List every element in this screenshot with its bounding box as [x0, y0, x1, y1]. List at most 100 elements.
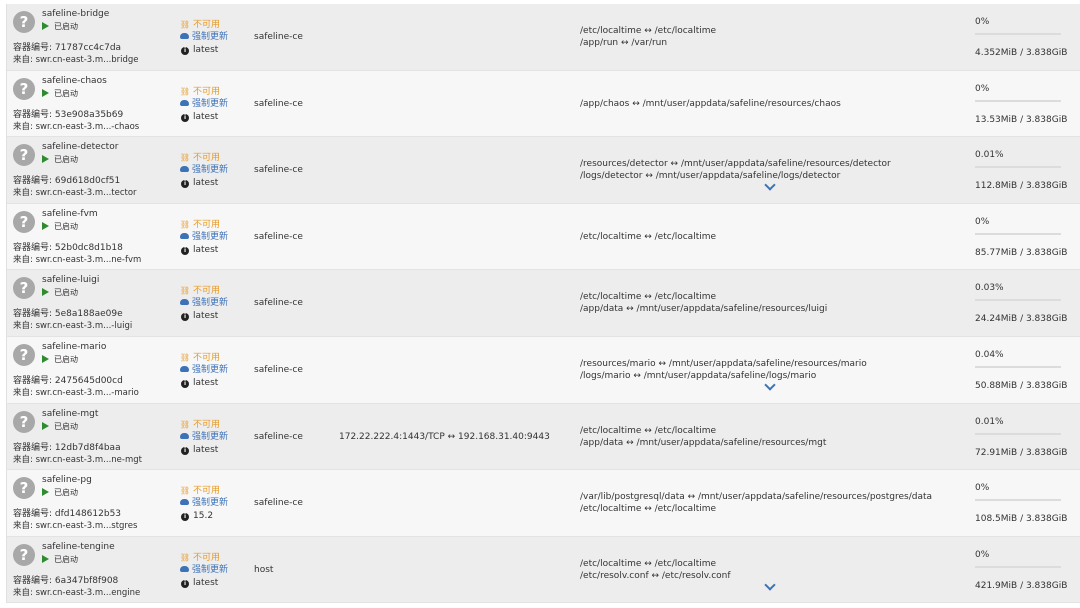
play-icon — [42, 221, 49, 230]
container-source: 来自: swr.cn-east-3.m...-luigi — [13, 319, 132, 331]
cpu-usage-bar — [975, 432, 1061, 435]
container-row-safeline-chaos: ? safeline-chaos 已启动 容器编号: 53e908a35b69 … — [6, 70, 1080, 138]
force-update-label[interactable]: 强制更新 — [192, 32, 228, 42]
state-label: 已启动 — [54, 421, 78, 431]
id-prefix: 容器编号: — [13, 242, 55, 253]
container-source: 来自: swr.cn-east-3.m...ne-mgt — [13, 453, 142, 465]
volume-mappings: /etc/localtime ↔ /etc/localtime/etc/reso… — [580, 537, 960, 603]
question-icon[interactable]: ? — [13, 410, 35, 433]
cpu-usage: 0.04% — [975, 349, 1004, 360]
state-label: 已启动 — [54, 488, 78, 498]
force-update-label[interactable]: 强制更新 — [192, 99, 228, 109]
tag-value: latest — [193, 311, 219, 322]
container-name[interactable]: safeline-tengine — [42, 542, 115, 552]
volume-list: /etc/localtime ↔ /etc/localtime/etc/reso… — [580, 537, 960, 603]
container-name[interactable]: safeline-luigi — [42, 275, 99, 285]
state-label: 已启动 — [54, 354, 78, 364]
image-tag: i latest — [179, 444, 255, 457]
container-name-cell: ? safeline-luigi 已启动 容器编号: 5e8a188ae09e … — [13, 275, 173, 335]
force-update-label[interactable]: 强制更新 — [192, 165, 228, 175]
question-icon[interactable]: ? — [13, 77, 35, 100]
id-value: 52b0dc8d1b18 — [54, 242, 123, 253]
memory-usage: 85.77MiB / 3.838GiB — [975, 247, 1068, 258]
state-label: 已启动 — [54, 155, 78, 165]
resource-usage: 0.01% 112.8MiB / 3.838GiB — [975, 137, 1075, 203]
id-prefix: 容器编号: — [13, 109, 55, 120]
force-update-label[interactable]: 强制更新 — [192, 565, 228, 575]
source-prefix: 来自: — [13, 121, 36, 132]
tag-value: latest — [193, 244, 219, 255]
container-name-cell: ? safeline-fvm 已启动 容器编号: 52b0dc8d1b18 来自… — [13, 209, 173, 269]
force-update-label[interactable]: 强制更新 — [192, 365, 228, 375]
cloud-icon — [180, 365, 189, 372]
container-name[interactable]: safeline-mgt — [42, 409, 98, 419]
resource-usage: 0.04% 50.88MiB / 3.838GiB — [975, 337, 1075, 403]
question-icon[interactable]: ? — [13, 543, 35, 566]
container-name[interactable]: safeline-mario — [42, 342, 106, 352]
container-row-safeline-mario: ? safeline-mario 已启动 容器编号: 2475645d00cd … — [6, 336, 1080, 404]
question-icon[interactable]: ? — [13, 144, 35, 167]
tag-value: latest — [193, 178, 219, 189]
cpu-usage: 0% — [975, 483, 990, 494]
force-update-link[interactable]: 强制更新 — [179, 164, 255, 177]
force-update-link[interactable]: 强制更新 — [179, 431, 255, 444]
source-value: swr.cn-east-3.m...tector — [35, 188, 137, 199]
force-update-link[interactable]: 强制更新 — [179, 31, 255, 44]
update-cell: ⛓ 不可用 强制更新 i latest — [179, 551, 255, 590]
container-name[interactable]: safeline-fvm — [42, 209, 98, 219]
force-update-link[interactable]: 强制更新 — [179, 564, 255, 577]
force-update-label[interactable]: 强制更新 — [192, 298, 228, 308]
container-row-safeline-pg: ? safeline-pg 已启动 容器编号: dfd148612b53 来自:… — [6, 470, 1080, 537]
container-source: 来自: swr.cn-east-3.m...-chaos — [13, 120, 139, 132]
not-available-status: ⛓ 不可用 — [179, 351, 255, 364]
question-icon[interactable]: ? — [13, 343, 35, 366]
play-icon — [42, 354, 49, 363]
force-update-label[interactable]: 强制更新 — [192, 498, 228, 508]
source-prefix: 来自: — [13, 587, 36, 598]
container-name[interactable]: safeline-pg — [42, 475, 92, 485]
container-name[interactable]: safeline-chaos — [42, 76, 107, 86]
cloud-icon — [180, 33, 189, 39]
not-available-label: 不可用 — [193, 552, 221, 563]
info-icon: i — [181, 246, 189, 255]
memory-usage: 112.8MiB / 3.838GiB — [975, 181, 1068, 192]
question-icon[interactable]: ? — [13, 210, 35, 233]
source-prefix: 来自: — [13, 55, 36, 65]
not-available-status: ⛓ 不可用 — [179, 151, 255, 164]
force-update-label[interactable]: 强制更新 — [192, 232, 228, 242]
resource-usage: 0.03% 24.24MiB / 3.838GiB — [975, 270, 1075, 336]
cpu-usage-bar — [975, 299, 1061, 302]
volume-list: /etc/localtime ↔ /etc/localtime/app/data… — [580, 404, 960, 470]
container-state: 已启动 — [42, 21, 78, 32]
update-cell: ⛓ 不可用 强制更新 i 15.2 — [179, 484, 255, 523]
volume-mapping: /etc/localtime ↔ /etc/localtime — [580, 558, 717, 569]
container-name[interactable]: safeline-bridge — [42, 9, 109, 19]
not-available-label: 不可用 — [193, 286, 221, 297]
volume-mapping: /app/chaos ↔ /mnt/user/appdata/safeline/… — [580, 98, 841, 109]
force-update-link[interactable]: 强制更新 — [179, 364, 255, 377]
force-update-link[interactable]: 强制更新 — [179, 231, 255, 244]
question-icon[interactable]: ? — [13, 11, 35, 33]
container-name[interactable]: safeline-detector — [42, 142, 118, 152]
force-update-link[interactable]: 强制更新 — [179, 497, 255, 510]
id-prefix: 容器编号: — [13, 309, 55, 320]
info-icon: i — [181, 446, 189, 455]
cpu-usage-bar — [975, 232, 1061, 235]
container-id: 容器编号: dfd148612b53 — [13, 506, 121, 519]
container-id: 容器编号: 53e908a35b69 — [13, 107, 123, 120]
source-value: swr.cn-east-3.m...-chaos — [35, 121, 140, 132]
volume-list: /resources/mario ↔ /mnt/user/appdata/saf… — [580, 337, 960, 403]
not-available-label: 不可用 — [193, 153, 221, 164]
state-label: 已启动 — [54, 22, 78, 31]
memory-usage: 13.53MiB / 3.838GiB — [975, 114, 1068, 125]
source-prefix: 来自: — [13, 254, 36, 265]
question-icon[interactable]: ? — [13, 277, 35, 300]
play-icon — [42, 155, 49, 164]
id-value: 71787cc4c7da — [54, 43, 122, 53]
force-update-link[interactable]: 强制更新 — [179, 98, 255, 111]
force-update-label[interactable]: 强制更新 — [192, 432, 228, 442]
force-update-link[interactable]: 强制更新 — [179, 297, 255, 310]
volume-mappings: /etc/localtime ↔ /etc/localtime/app/run … — [580, 4, 960, 70]
cloud-icon — [180, 565, 189, 572]
question-icon[interactable]: ? — [13, 477, 35, 500]
